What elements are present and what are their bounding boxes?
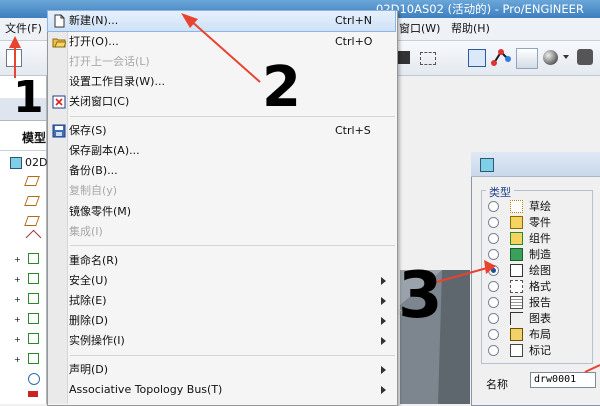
arrow-2 xyxy=(181,13,261,83)
arrow-4 xyxy=(584,364,600,373)
annotation-step-1: 1 xyxy=(13,72,44,123)
annotation-step-2: 2 xyxy=(262,55,301,120)
annotation-step-3: 3 xyxy=(398,259,443,333)
